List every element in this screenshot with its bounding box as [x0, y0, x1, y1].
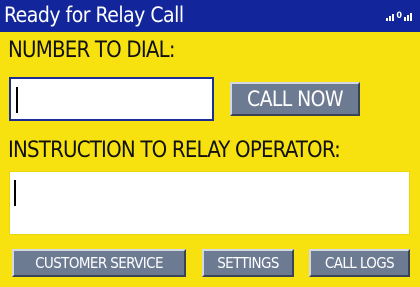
call-logs-button[interactable]: CALL LOGS	[309, 249, 410, 277]
settings-button[interactable]: SETTINGS	[202, 249, 294, 277]
window-title: Ready for Relay Call	[4, 3, 184, 27]
instruction-input[interactable]	[9, 171, 410, 235]
customer-service-button[interactable]: CUSTOMER SERVICE	[12, 249, 186, 277]
status-indicator: 0	[396, 11, 402, 21]
signal-strength-icon: 0	[386, 12, 412, 21]
number-to-dial-input[interactable]	[9, 77, 214, 121]
instruction-label: INSTRUCTION TO RELAY OPERATOR:	[8, 138, 341, 163]
text-cursor	[14, 180, 16, 206]
text-cursor	[16, 87, 18, 113]
title-bar: Ready for Relay Call 0	[0, 0, 420, 32]
call-now-button[interactable]: CALL NOW	[230, 82, 360, 116]
number-to-dial-label: NUMBER TO DIAL:	[8, 38, 176, 63]
